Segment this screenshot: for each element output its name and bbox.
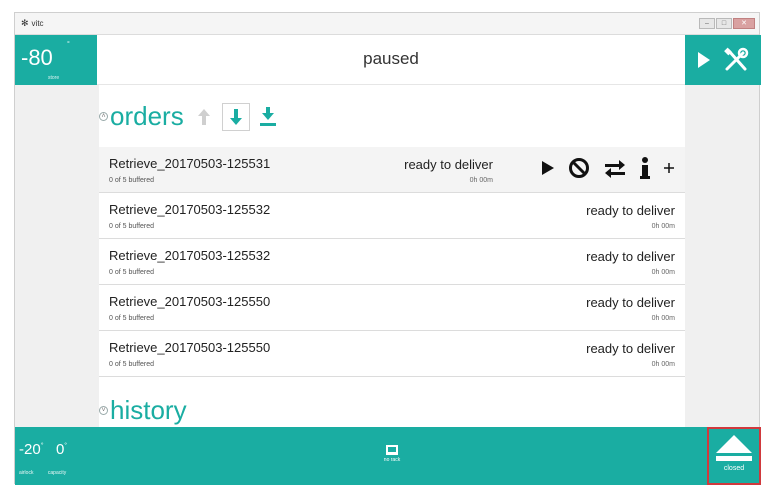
rack-icon	[386, 445, 398, 455]
window-controls: – □ ✕	[699, 18, 755, 29]
close-button[interactable]: ✕	[733, 18, 755, 29]
order-time: 0h 00m	[651, 269, 675, 276]
capacity-unit: °	[64, 442, 68, 450]
order-name: Retrieve_20170503-125531	[109, 156, 271, 171]
arrow-down-icon[interactable]	[221, 102, 250, 131]
order-status: ready to deliver	[404, 157, 493, 172]
order-name: Retrieve_20170503-125550	[109, 294, 271, 309]
airlock-label: airlock	[19, 470, 34, 476]
plus-icon[interactable]	[663, 156, 675, 180]
order-row[interactable]: Retrieve_20170503-125550 0 of 5 buffered…	[99, 285, 685, 331]
order-time: 0h 00m	[469, 177, 493, 184]
app-title: vitc	[31, 19, 44, 28]
order-row[interactable]: Retrieve_20170503-125532 0 of 5 buffered…	[99, 193, 685, 239]
history-header: ˅ history	[99, 395, 187, 426]
order-status: ready to deliver	[586, 203, 675, 218]
history-title: history	[110, 395, 187, 425]
order-time: 0h 00m	[651, 361, 675, 368]
play-icon[interactable]	[697, 52, 710, 68]
tools-icon[interactable]	[723, 47, 749, 73]
app-window: ✻ vitc – □ ✕ -80 ° store paused ˄ orders	[14, 12, 761, 485]
info-icon[interactable]	[640, 156, 650, 180]
order-row[interactable]: Retrieve_20170503-125531 0 of 5 buffered…	[99, 147, 685, 193]
eject-button[interactable]: closed	[707, 427, 761, 485]
swap-icon[interactable]	[603, 156, 627, 180]
store-temperature-panel[interactable]: -80 ° store	[15, 35, 97, 85]
order-buffered: 0 of 5 buffered	[109, 361, 155, 368]
order-time: 0h 00m	[651, 223, 675, 230]
order-row[interactable]: Retrieve_20170503-125532 0 of 5 buffered…	[99, 239, 685, 285]
title-bar: ✻ vitc – □ ✕	[15, 13, 759, 35]
minimize-button[interactable]: –	[699, 18, 715, 29]
rack-indicator[interactable]: no rack	[377, 445, 407, 463]
store-temperature: -80	[21, 45, 53, 70]
store-temperature-unit: °	[67, 41, 70, 48]
arrow-up-icon[interactable]	[190, 103, 218, 131]
capacity-label: capacity	[47, 470, 67, 476]
main-panel: ˄ orders Retrieve_20170503-125531 0 of 5…	[99, 85, 685, 435]
airlock-temperature-panel[interactable]: -20° 0° airlock capacity	[19, 441, 67, 479]
order-buffered: 0 of 5 buffered	[109, 177, 155, 184]
order-name: Retrieve_20170503-125550	[109, 340, 271, 355]
order-buffered: 0 of 5 buffered	[109, 315, 155, 322]
rack-label: no rack	[383, 457, 401, 463]
order-row[interactable]: Retrieve_20170503-125550 0 of 5 buffered…	[99, 331, 685, 377]
download-icon[interactable]	[254, 103, 282, 131]
orders-list: Retrieve_20170503-125531 0 of 5 buffered…	[99, 147, 685, 377]
order-buffered: 0 of 5 buffered	[109, 269, 155, 276]
play-icon[interactable]	[541, 156, 555, 180]
orders-collapse-toggle[interactable]: ˄	[99, 112, 108, 121]
maximize-button[interactable]: □	[716, 18, 732, 29]
orders-header: ˄ orders	[99, 101, 282, 132]
order-status: ready to deliver	[586, 295, 675, 310]
order-actions	[541, 156, 675, 180]
order-name: Retrieve_20170503-125532	[109, 202, 271, 217]
bottom-bar: -20° 0° airlock capacity no rack closed	[15, 427, 761, 485]
status-bar: paused	[97, 35, 685, 85]
store-temperature-label: store	[48, 75, 60, 81]
eject-icon-bar	[716, 456, 752, 461]
order-buffered: 0 of 5 buffered	[109, 223, 155, 230]
snowflake-icon: ✻	[21, 18, 29, 29]
history-collapse-toggle[interactable]: ˅	[99, 406, 108, 415]
status-text: paused	[363, 49, 419, 68]
order-status: ready to deliver	[586, 341, 675, 356]
top-right-controls	[685, 35, 761, 85]
order-status: ready to deliver	[586, 249, 675, 264]
eject-label: closed	[723, 465, 745, 472]
order-time: 0h 00m	[651, 315, 675, 322]
airlock-temperature: -20	[19, 441, 41, 458]
eject-icon	[716, 435, 752, 453]
cancel-icon[interactable]	[568, 156, 590, 180]
airlock-temperature-unit: °	[40, 442, 44, 450]
orders-title: orders	[110, 101, 184, 131]
order-name: Retrieve_20170503-125532	[109, 248, 271, 263]
